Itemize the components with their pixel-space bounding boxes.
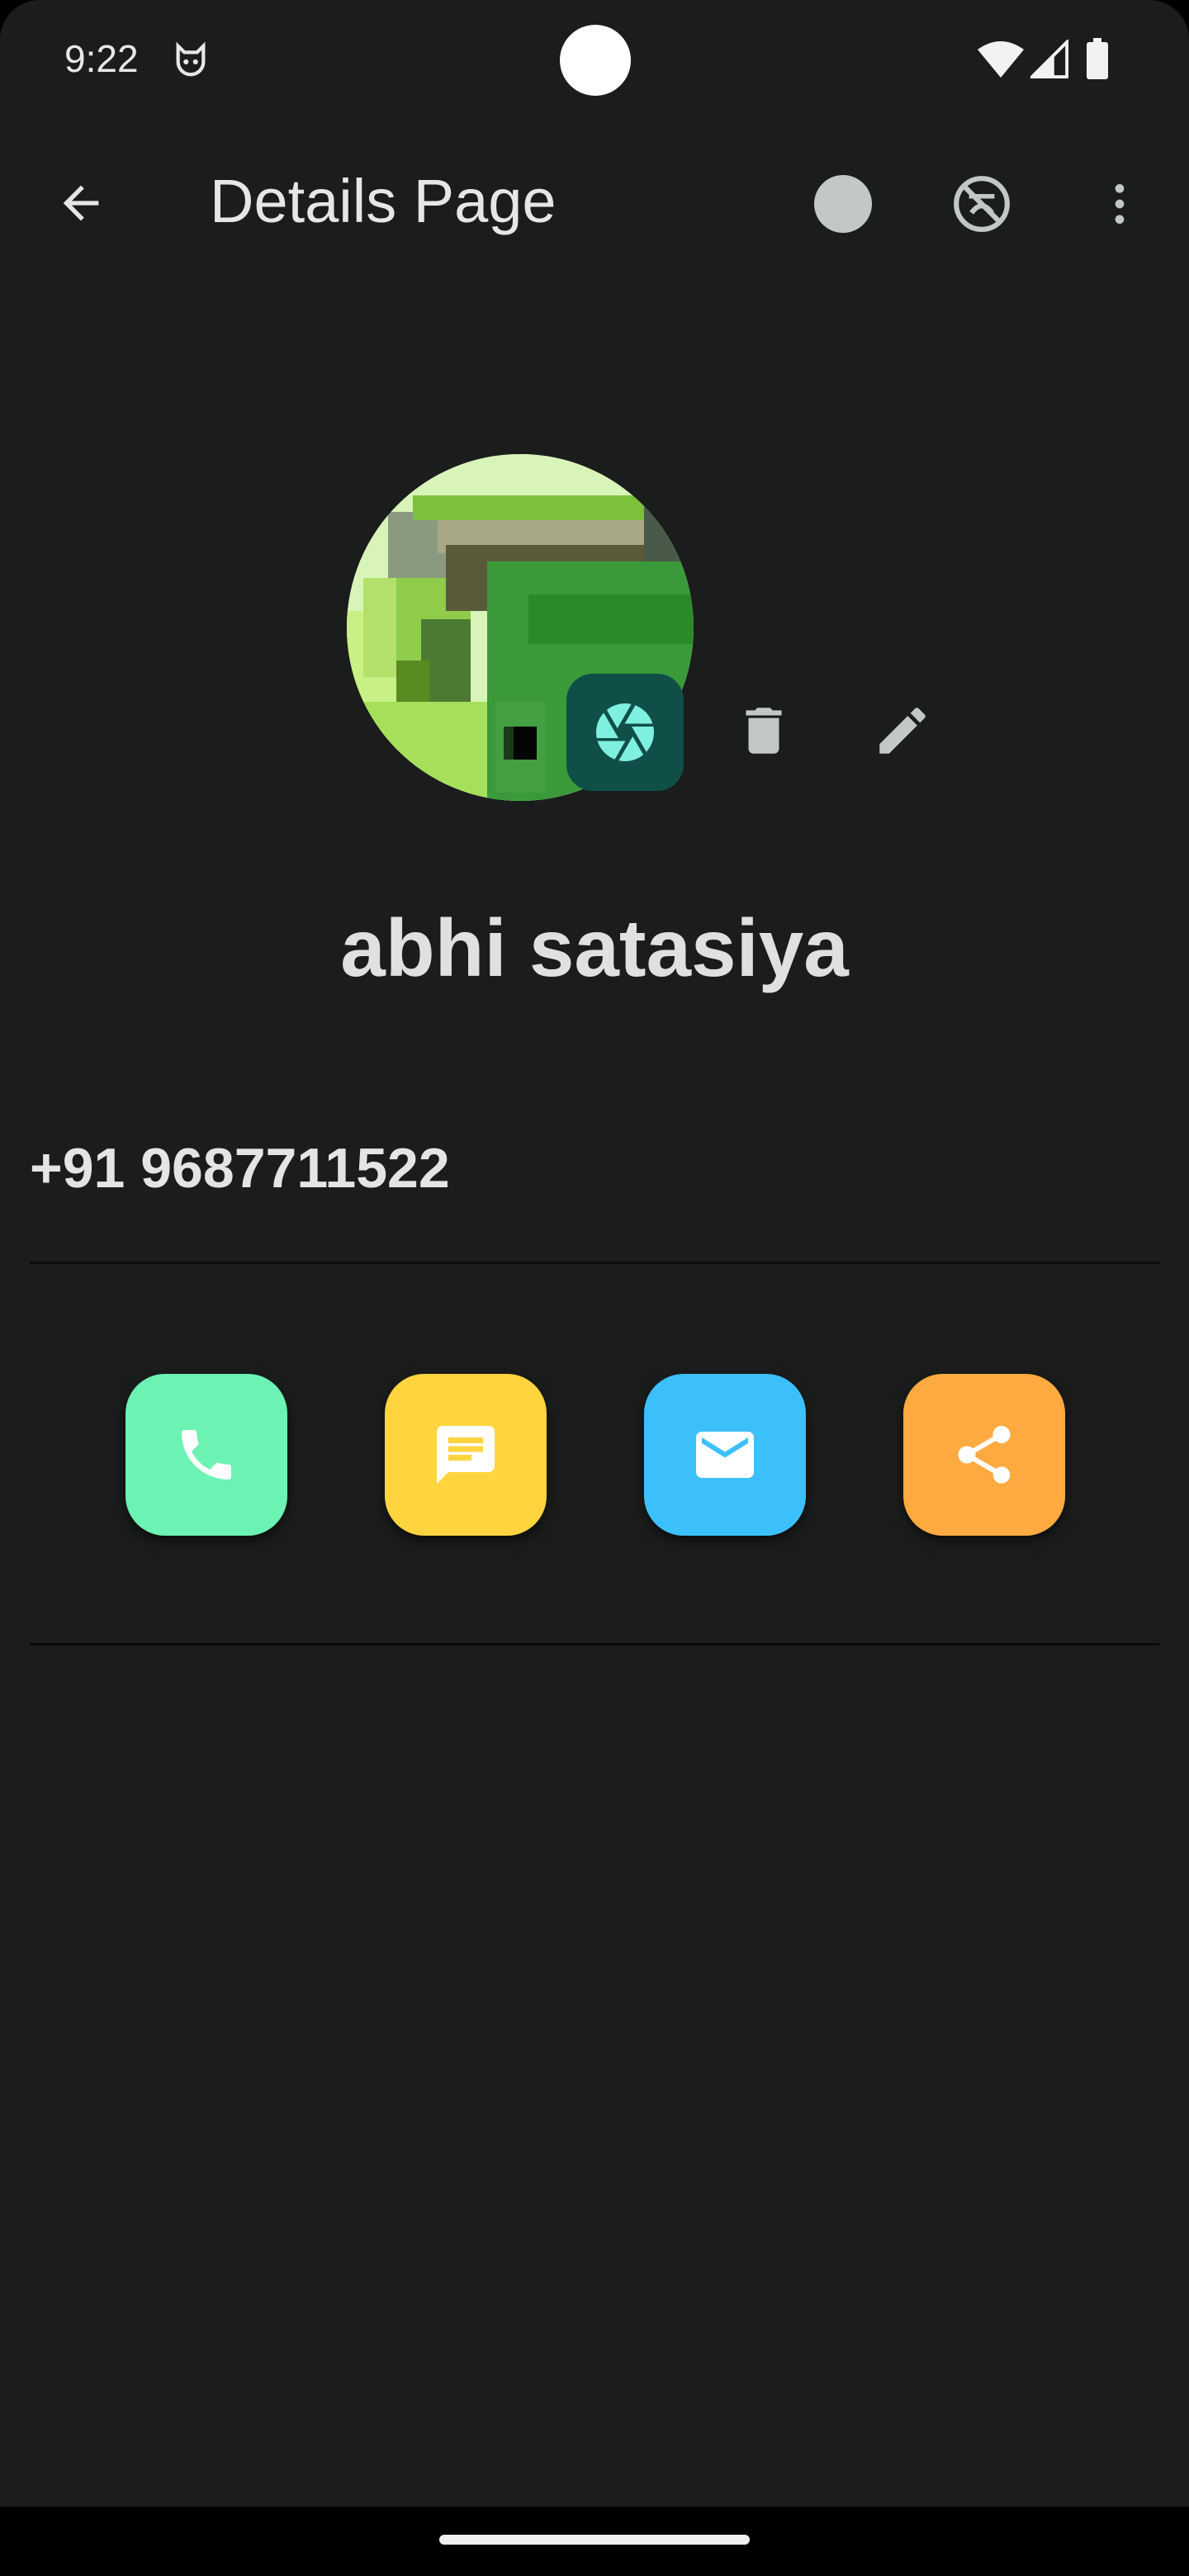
divider [30, 1262, 1159, 1264]
incognito-off-icon [954, 176, 1010, 232]
phone-icon [182, 1430, 231, 1480]
incognito-toggle-button[interactable] [945, 167, 1019, 241]
camera-aperture-icon [596, 703, 654, 761]
circle-dot-icon [814, 175, 872, 233]
phone-number[interactable]: +91 9687711522 [30, 1136, 450, 1200]
navigation-bar [0, 2507, 1189, 2576]
battery-full-icon [1087, 38, 1108, 79]
cat-face-icon [176, 41, 206, 77]
divider [30, 1643, 1159, 1646]
delete-icon [746, 708, 782, 754]
dot-button[interactable] [806, 167, 880, 241]
change-photo-button[interactable] [566, 674, 684, 791]
message-icon [437, 1426, 495, 1484]
status-time: 9:22 [64, 37, 139, 80]
share-button[interactable] [903, 1374, 1065, 1536]
email-button[interactable] [644, 1374, 806, 1536]
more-options-button[interactable] [1087, 167, 1153, 241]
arrow-back-icon [63, 185, 99, 221]
call-button[interactable] [126, 1374, 287, 1536]
wifi-icon [978, 41, 1024, 78]
back-button[interactable] [41, 163, 121, 243]
edit-pencil-icon [879, 708, 926, 754]
delete-photo-button[interactable] [727, 694, 801, 768]
page-title: Details Page [210, 167, 557, 235]
cellular-signal-icon [1030, 40, 1068, 78]
message-button[interactable] [385, 1374, 547, 1536]
share-icon [958, 1426, 1011, 1484]
app-bar: Details Page [0, 132, 1189, 269]
home-gesture-handle[interactable] [439, 2535, 750, 2545]
status-bar: 9:22 [0, 0, 1189, 124]
details-screen: 9:22 Details Page abhi satasiya +91 9687… [0, 0, 1189, 2576]
edit-contact-button[interactable] [865, 694, 940, 768]
front-camera-cutout [560, 25, 631, 96]
email-icon [696, 1432, 754, 1478]
contact-name: abhi satasiya [340, 902, 849, 993]
more-vert-icon [1115, 184, 1125, 224]
